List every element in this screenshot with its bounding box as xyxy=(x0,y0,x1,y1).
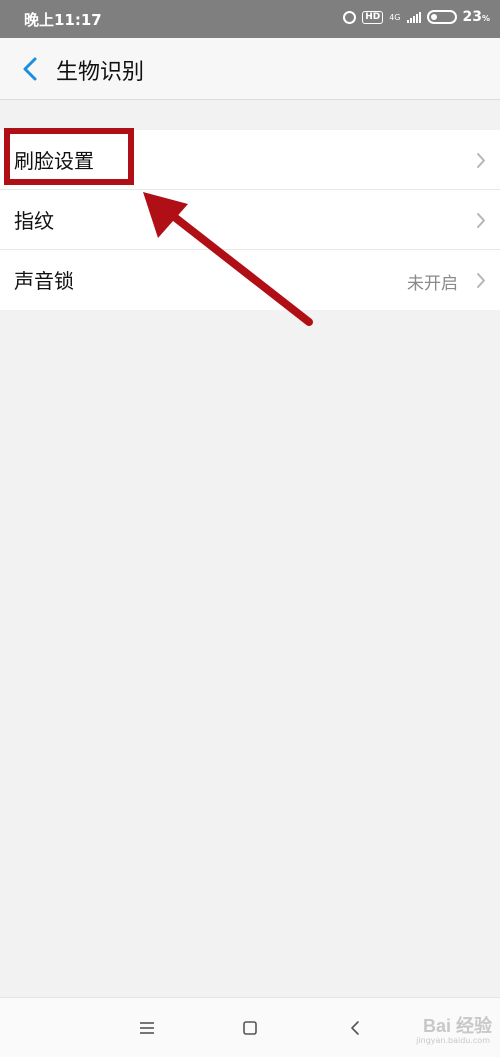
network-type-icon: 4G xyxy=(389,12,401,22)
settings-item-label: 指纹 xyxy=(14,209,54,233)
signal-icon xyxy=(406,11,421,23)
nav-back-button[interactable] xyxy=(340,1015,370,1041)
chevron-right-icon xyxy=(477,273,485,288)
status-bar: 晚上11:17 HD 4G 23% xyxy=(0,0,500,38)
settings-item-value: 未开启 xyxy=(407,274,458,294)
watermark-logo: Bai 经验 xyxy=(422,1016,492,1036)
navigation-bar: Bai 经验 jingyan.baidu.com xyxy=(0,997,500,1057)
menu-button[interactable] xyxy=(132,1015,162,1041)
settings-item-label: 声音锁 xyxy=(14,269,74,293)
alarm-icon xyxy=(343,10,357,24)
chevron-right-icon xyxy=(477,213,485,228)
chevron-right-icon xyxy=(477,153,485,168)
square-home-icon xyxy=(243,1021,257,1035)
home-button[interactable] xyxy=(235,1015,265,1041)
menu-icon xyxy=(140,1022,154,1034)
battery-icon xyxy=(426,10,457,24)
chevron-left-icon xyxy=(23,57,37,81)
watermark-url: jingyan.baidu.com xyxy=(416,1036,490,1045)
triangle-back-icon xyxy=(351,1021,359,1035)
page-title: 生物识别 xyxy=(56,60,145,85)
settings-item-fingerprint[interactable]: 指纹 xyxy=(0,190,500,250)
settings-item-voice-lock[interactable]: 声音锁 未开启 xyxy=(0,250,500,310)
hd-icon: HD xyxy=(362,10,384,24)
page-header: 生物识别 xyxy=(0,38,500,100)
battery-level: 23% xyxy=(462,9,491,25)
annotation-highlight-box xyxy=(4,128,134,185)
status-time: 晚上11:17 xyxy=(24,11,102,29)
back-button[interactable] xyxy=(14,52,46,86)
status-icons: HD 4G 23% xyxy=(343,9,490,25)
